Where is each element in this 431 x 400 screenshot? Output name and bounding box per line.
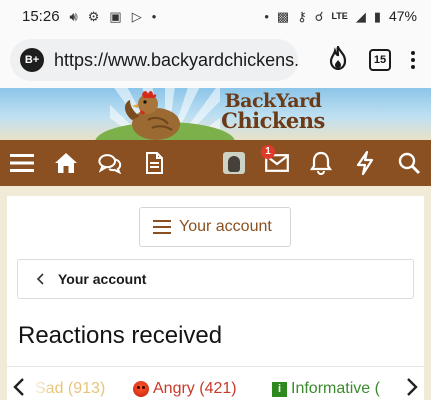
page-title: Reactions received (18, 322, 223, 349)
battery-percent: 47% (388, 8, 417, 24)
flame-icon[interactable] (327, 43, 349, 75)
tab-angry[interactable]: Angry (421) (133, 367, 237, 400)
home-icon[interactable] (54, 151, 78, 175)
breadcrumb-label: Your account (58, 271, 147, 287)
notification-dot-icon: • (151, 8, 157, 24)
tabs-fade-right (378, 367, 402, 400)
menu-hamburger-icon[interactable] (10, 151, 34, 175)
whats-new-document-icon[interactable] (142, 151, 166, 175)
browser-menu-icon[interactable] (411, 51, 415, 69)
notification-dot-icon: • (264, 8, 269, 24)
tab-switcher-button[interactable]: 15 (369, 49, 391, 71)
content-card: Your account Your account Reactions rece… (7, 196, 424, 400)
conversations-icon[interactable] (98, 151, 122, 175)
mute-icon: ☌ (314, 8, 324, 24)
chevron-left-icon (13, 378, 24, 396)
network-type: LTE (331, 11, 348, 21)
vibrate-icon: 🔊︎ (69, 8, 78, 24)
tabs-scroll-left-button[interactable] (9, 377, 29, 397)
info-icon: i (272, 381, 287, 397)
signal-icon: ◢ (355, 8, 366, 24)
cast-icon: ▩ (276, 8, 290, 24)
reaction-tabs: Sad (913) Angry (421) i Informative ( (7, 366, 424, 400)
logo-line-2: Chickens (221, 108, 325, 133)
menu-lines-icon (153, 220, 171, 234)
site-logo[interactable]: BackYard Chickens (218, 92, 328, 133)
settings-gear-icon: ⚙ (87, 8, 100, 24)
content-area: Your account Your account Reactions rece… (0, 186, 431, 400)
site-nav-bar: 1 (0, 140, 431, 186)
tab-informative[interactable]: i Informative ( (272, 367, 380, 400)
screenshot-icon: ▣ (109, 8, 122, 24)
site-security-badge[interactable]: B+ (20, 48, 44, 72)
play-store-icon: ▷ (131, 8, 142, 24)
angry-face-icon (133, 381, 149, 397)
lightning-bolt-icon[interactable] (353, 151, 377, 175)
alerts-bell-icon[interactable] (309, 151, 333, 175)
status-bar: 15:26 🔊︎ ⚙ ▣ ▷ • • ▩ ⚷ ☌ LTE ◢ ▮ 47% (0, 0, 431, 32)
tab-informative-label: Informative ( (291, 380, 380, 397)
chevron-left-icon (36, 273, 44, 285)
browser-toolbar: B+ https://www.backyardchickens.com 15 (0, 32, 431, 88)
your-account-menu-button[interactable]: Your account (139, 207, 291, 247)
site-header: BackYard Chickens (0, 88, 431, 140)
battery-icon: ▮ (373, 8, 381, 24)
chicken-logo-icon[interactable] (118, 90, 190, 140)
tab-angry-label: Angry (421) (153, 380, 237, 397)
tabs-scroll-right-button[interactable] (402, 377, 422, 397)
inbox-count-badge: 1 (261, 145, 275, 159)
inbox-envelope-icon[interactable]: 1 (261, 145, 289, 175)
your-account-menu-label: Your account (179, 218, 272, 235)
key-icon: ⚷ (297, 8, 307, 24)
breadcrumb[interactable]: Your account (17, 259, 414, 299)
user-avatar[interactable] (223, 152, 245, 174)
search-icon[interactable] (397, 151, 421, 175)
address-bar[interactable]: B+ https://www.backyardchickens.com (10, 39, 298, 81)
tabs-fade-left (29, 367, 53, 400)
status-time: 15:26 (22, 7, 60, 25)
url-text[interactable]: https://www.backyardchickens.com (54, 50, 298, 71)
chevron-right-icon (407, 378, 418, 396)
